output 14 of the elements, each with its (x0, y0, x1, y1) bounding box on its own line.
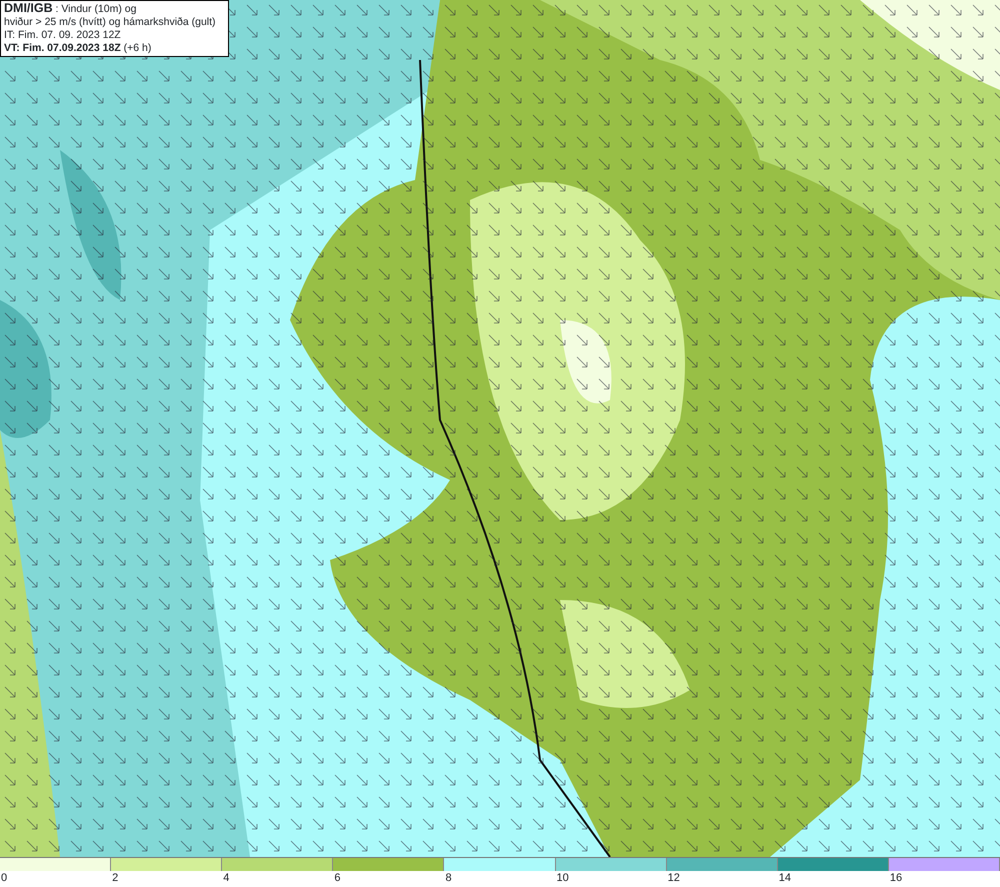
valid-time: VT: Fim. 07.09.2023 18Z (+6 h) (4, 42, 152, 55)
legend-tick-label: 16 (890, 872, 902, 884)
map-title: DMI/IGB (4, 1, 53, 15)
initial-time: IT: Fim. 07. 09. 2023 12Z (4, 29, 122, 42)
legend-tick-label: 14 (778, 872, 792, 884)
map-subtitle: hviður > 25 m/s (hvítt) og hámarkshviða (gult) (4, 16, 217, 29)
legend-tick-label: 2 (112, 872, 118, 884)
legend-tick-label: 8 (445, 872, 452, 884)
legend-tick-label: 10 (556, 872, 569, 884)
map-subtitle: : Vindur (10m) og (54, 3, 136, 15)
legend-tick-label: 12 (668, 872, 680, 884)
legend-tick-label: 4 (223, 872, 230, 884)
legend-tick-label: 6 (334, 872, 340, 884)
legend-tick-label: 0 (1, 872, 8, 884)
